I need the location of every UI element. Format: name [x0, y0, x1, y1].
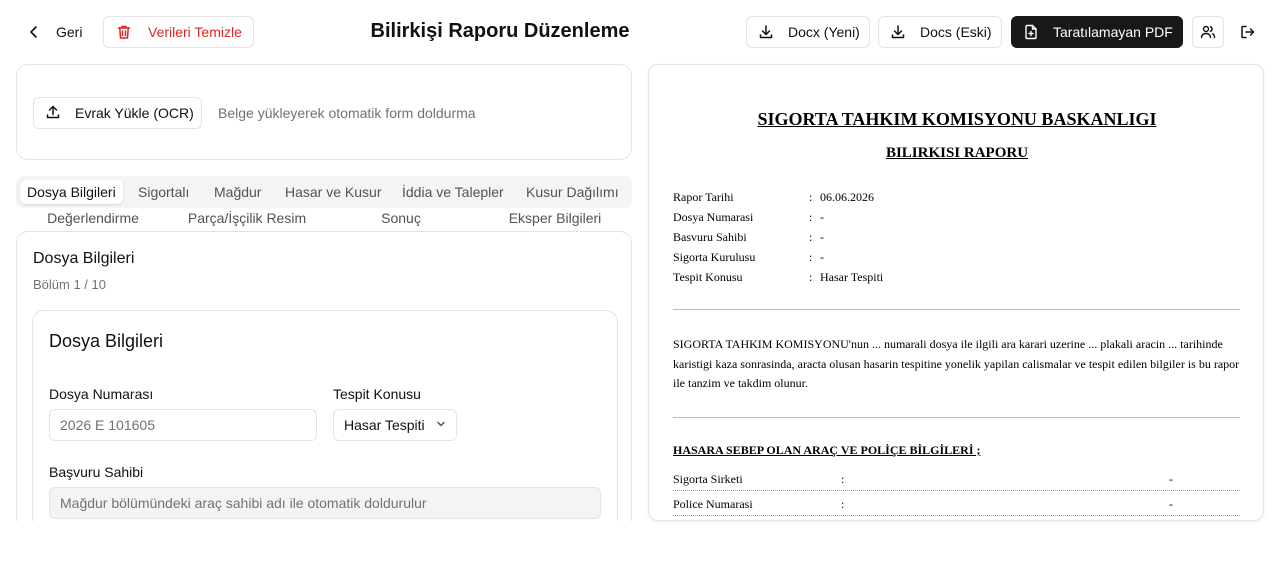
clear-data-button[interactable]: Verileri Temizle: [103, 16, 254, 48]
logout-icon: [1240, 24, 1256, 40]
form-card: Dosya Bilgileri Bölüm 1 / 10 Dosya Bilgi…: [16, 231, 632, 540]
upload-card: Evrak Yükle (OCR) Belge yükleyerek otoma…: [16, 64, 632, 160]
trash-icon: [116, 24, 132, 40]
tab-sigortali[interactable]: Sigortalı: [138, 180, 189, 204]
tespit-konusu-select[interactable]: Hasar Tespiti: [333, 409, 457, 441]
meta-colon: :: [809, 270, 813, 284]
clear-data-label: Verileri Temizle: [148, 24, 242, 40]
meta-colon: :: [809, 230, 813, 244]
tespit-konusu-label: Tespit Konusu: [333, 386, 421, 402]
tab-hasar-ve-kusur[interactable]: Hasar ve Kusur: [285, 180, 381, 204]
form-card-title: Dosya Bilgileri: [49, 331, 164, 351]
report-preview: SIGORTA TAHKIM KOMISYONU BASKANLIGI BILI…: [648, 64, 1264, 521]
tespit-konusu-value: Hasar Tespiti: [344, 417, 425, 433]
section-progress: Bölüm 1 / 10: [33, 277, 106, 292]
divider: [673, 309, 1240, 310]
basvuru-sahibi-label: Başvuru Sahibi: [49, 464, 144, 480]
meta-colon: :: [809, 210, 813, 224]
download-docs-button[interactable]: Docs (Eski): [878, 16, 1002, 48]
meta-value: -: [820, 230, 824, 244]
chevron-down-icon: [435, 417, 447, 433]
table-colon: :: [841, 497, 845, 511]
download-docs-label: Docs (Eski): [920, 24, 992, 40]
meta-colon: :: [809, 250, 813, 264]
table-row: Police Numarasi: -: [673, 491, 1240, 516]
upload-hint: Belge yükleyerek otomatik form doldurma: [218, 105, 476, 121]
meta-key: Rapor Tarihi: [673, 190, 734, 204]
dosya-numarasi-input[interactable]: 2026 E 101605: [49, 409, 317, 441]
users-icon: [1200, 24, 1216, 40]
pdf-export-label: Taratılamayan PDF: [1053, 24, 1173, 40]
meta-key: Tespit Konusu: [673, 270, 743, 284]
report-intro-paragraph: SIGORTA TAHKIM KOMISYONU'nun ... numaral…: [673, 337, 1240, 390]
section-title: Dosya Bilgileri: [33, 250, 135, 267]
report-title: SIGORTA TAHKIM KOMISYONU BASKANLIGI: [757, 109, 1157, 129]
table-row: Sigorta Sirketi: -: [673, 466, 1240, 491]
chevron-left-icon: [26, 24, 42, 40]
table-value: -: [1169, 497, 1173, 511]
report-section-heading: HASARA SEBEP OLAN ARAÇ VE POLİÇE BİLGİLE…: [673, 443, 981, 457]
download-icon: [758, 24, 774, 40]
meta-key: Dosya Numarasi: [673, 210, 754, 224]
download-docx-label: Docx (Yeni): [788, 24, 860, 40]
meta-key: Sigorta Kurulusu: [673, 250, 756, 264]
download-docx-button[interactable]: Docx (Yeni): [746, 16, 870, 48]
meta-value: -: [820, 210, 824, 224]
tab-magdur[interactable]: Mağdur: [214, 180, 261, 204]
logout-button[interactable]: [1234, 16, 1262, 48]
pdf-export-button[interactable]: Taratılamayan PDF: [1011, 16, 1183, 48]
tab-degerlendirme[interactable]: Değerlendirme: [16, 210, 170, 226]
back-button[interactable]: Geri: [18, 17, 90, 47]
upload-icon: [45, 104, 61, 123]
tab-eksper-bilgileri[interactable]: Eksper Bilgileri: [478, 210, 632, 226]
tab-dosya-bilgileri[interactable]: Dosya Bilgileri: [20, 180, 123, 204]
report-subtitle: BILIRKISI RAPORU: [885, 145, 1029, 161]
upload-ocr-label: Evrak Yükle (OCR): [75, 105, 194, 121]
meta-colon: :: [809, 190, 813, 204]
tab-iddia-ve-talepler[interactable]: İddia ve Talepler: [402, 180, 504, 204]
page-title: Bilirkişi Raporu Düzenleme: [370, 20, 630, 42]
meta-value: Hasar Tespiti: [820, 270, 884, 284]
back-label: Geri: [56, 24, 83, 40]
basvuru-sahibi-input[interactable]: Mağdur bölümündeki araç sahibi adı ile o…: [49, 487, 601, 519]
divider: [673, 417, 1240, 418]
meta-value: 06.06.2026: [820, 190, 874, 204]
dosya-numarasi-label: Dosya Numarası: [49, 386, 154, 402]
viewport-bottom: [0, 521, 648, 577]
tab-parca-iscilik-resim[interactable]: Parça/İşçilik Resim: [170, 210, 324, 226]
tab-sonuc[interactable]: Sonuç: [324, 210, 478, 226]
tab-kusur-dagilimi[interactable]: Kusur Dağılımı: [526, 180, 619, 204]
form-inner-card: Dosya Bilgileri Dosya Numarası 2026 E 10…: [32, 310, 618, 540]
table-key: Police Numarasi: [673, 497, 753, 511]
section-tabs-row-2: Değerlendirme Parça/İşçilik Resim Sonuç …: [16, 210, 632, 230]
table-key: Sigorta Sirketi: [673, 472, 743, 486]
meta-key: Basvuru Sahibi: [673, 230, 747, 244]
upload-ocr-button[interactable]: Evrak Yükle (OCR): [33, 97, 202, 129]
table-colon: :: [841, 472, 845, 486]
users-button[interactable]: [1192, 16, 1224, 48]
download-icon: [890, 24, 906, 40]
table-value: -: [1169, 472, 1173, 486]
section-tabs: Dosya Bilgileri Sigortalı Mağdur Hasar v…: [16, 176, 632, 208]
file-pdf-icon: [1023, 24, 1039, 40]
meta-value: -: [820, 250, 824, 264]
